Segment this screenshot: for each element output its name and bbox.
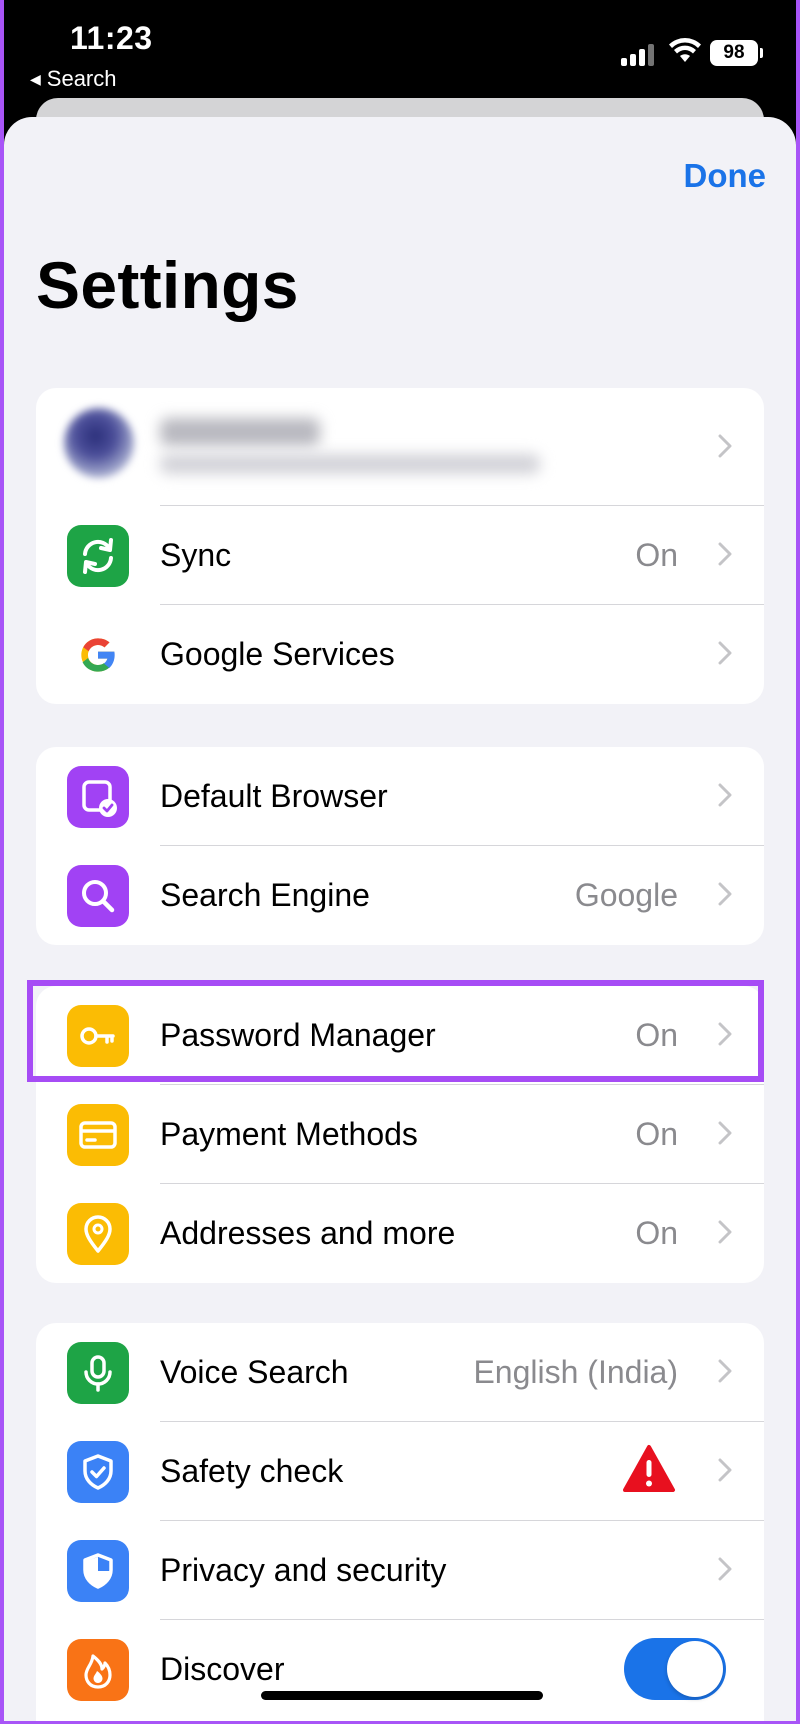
sync-icon — [67, 525, 129, 587]
chevron-right-icon — [718, 1022, 732, 1046]
settings-sheet: Done Settings Sync On Google Services De… — [4, 117, 796, 1721]
google-services-label: Google Services — [160, 636, 395, 672]
cellular-signal-icon — [621, 42, 657, 66]
privacy-security-row[interactable]: Privacy and security — [36, 1521, 764, 1620]
chevron-right-icon — [718, 1220, 732, 1244]
account-name-redacted — [160, 418, 320, 446]
voice-search-row[interactable]: Voice Search English (India) — [36, 1323, 764, 1422]
device-frame: 11:23 ◀ Search 98 Done Settings Sync On … — [4, 0, 796, 1721]
page-title: Settings — [36, 248, 299, 322]
location-pin-icon — [67, 1203, 129, 1265]
wifi-icon — [669, 38, 701, 62]
toggle-knob — [667, 1641, 723, 1697]
battery-indicator: 98 — [710, 40, 763, 66]
google-services-row[interactable]: Google Services — [36, 605, 764, 704]
chevron-right-icon — [718, 882, 732, 906]
discover-toggle[interactable] — [624, 1638, 726, 1700]
default-browser-label: Default Browser — [160, 778, 388, 814]
chevron-right-icon — [718, 1121, 732, 1145]
chevron-right-icon — [718, 783, 732, 807]
account-group: Sync On Google Services — [36, 388, 764, 704]
home-indicator — [261, 1691, 543, 1700]
addresses-label: Addresses and more — [160, 1215, 456, 1251]
chevron-right-icon — [718, 542, 732, 566]
back-label: Search — [46, 66, 117, 91]
password-manager-value: On — [635, 1017, 678, 1053]
shield-icon — [67, 1540, 129, 1602]
flame-icon — [67, 1639, 129, 1701]
discover-row[interactable]: Discover — [36, 1620, 764, 1719]
voice-search-value: English (India) — [473, 1354, 678, 1390]
status-time: 11:23 — [70, 20, 153, 56]
chevron-right-icon — [718, 1458, 732, 1482]
account-email-redacted — [160, 454, 540, 474]
voice-search-label: Voice Search — [160, 1354, 349, 1390]
chevron-right-icon — [718, 1557, 732, 1581]
credit-card-icon — [67, 1104, 129, 1166]
autofill-group: Password Manager On Payment Methods On A… — [36, 986, 764, 1283]
payment-methods-label: Payment Methods — [160, 1116, 418, 1152]
default-browser-icon — [67, 766, 129, 828]
browser-group: Default Browser Search Engine Google — [36, 747, 764, 945]
key-icon — [67, 1005, 129, 1067]
shield-check-icon — [67, 1441, 129, 1503]
safety-check-row[interactable]: Safety check — [36, 1422, 764, 1521]
payment-methods-row[interactable]: Payment Methods On — [36, 1085, 764, 1184]
privacy-group: Voice Search English (India) Safety chec… — [36, 1323, 764, 1721]
done-button[interactable]: Done — [684, 157, 767, 195]
sync-value: On — [635, 537, 678, 573]
default-browser-row[interactable]: Default Browser — [36, 747, 764, 846]
addresses-row[interactable]: Addresses and more On — [36, 1184, 764, 1283]
password-manager-row[interactable]: Password Manager On — [36, 986, 764, 1085]
back-triangle-icon: ◀ — [30, 70, 41, 87]
chevron-right-icon — [718, 434, 732, 458]
password-manager-label: Password Manager — [160, 1017, 436, 1053]
account-row[interactable] — [36, 388, 764, 506]
sync-row[interactable]: Sync On — [36, 506, 764, 605]
payment-methods-value: On — [635, 1116, 678, 1152]
chevron-right-icon — [718, 1359, 732, 1383]
safety-check-label: Safety check — [160, 1453, 344, 1489]
google-g-icon — [67, 624, 129, 686]
privacy-security-label: Privacy and security — [160, 1552, 447, 1588]
back-to-search-link[interactable]: ◀ Search — [30, 66, 117, 92]
search-engine-value: Google — [574, 877, 678, 913]
warning-icon — [623, 1445, 675, 1492]
addresses-value: On — [635, 1215, 678, 1251]
sync-label: Sync — [160, 537, 232, 573]
search-engine-label: Search Engine — [160, 877, 370, 913]
chevron-right-icon — [718, 641, 732, 665]
search-engine-row[interactable]: Search Engine Google — [36, 846, 764, 945]
status-bar: 11:23 ◀ Search 98 — [4, 0, 796, 100]
microphone-icon — [67, 1342, 129, 1404]
avatar — [64, 408, 134, 478]
discover-label: Discover — [160, 1651, 285, 1687]
search-icon — [67, 865, 129, 927]
